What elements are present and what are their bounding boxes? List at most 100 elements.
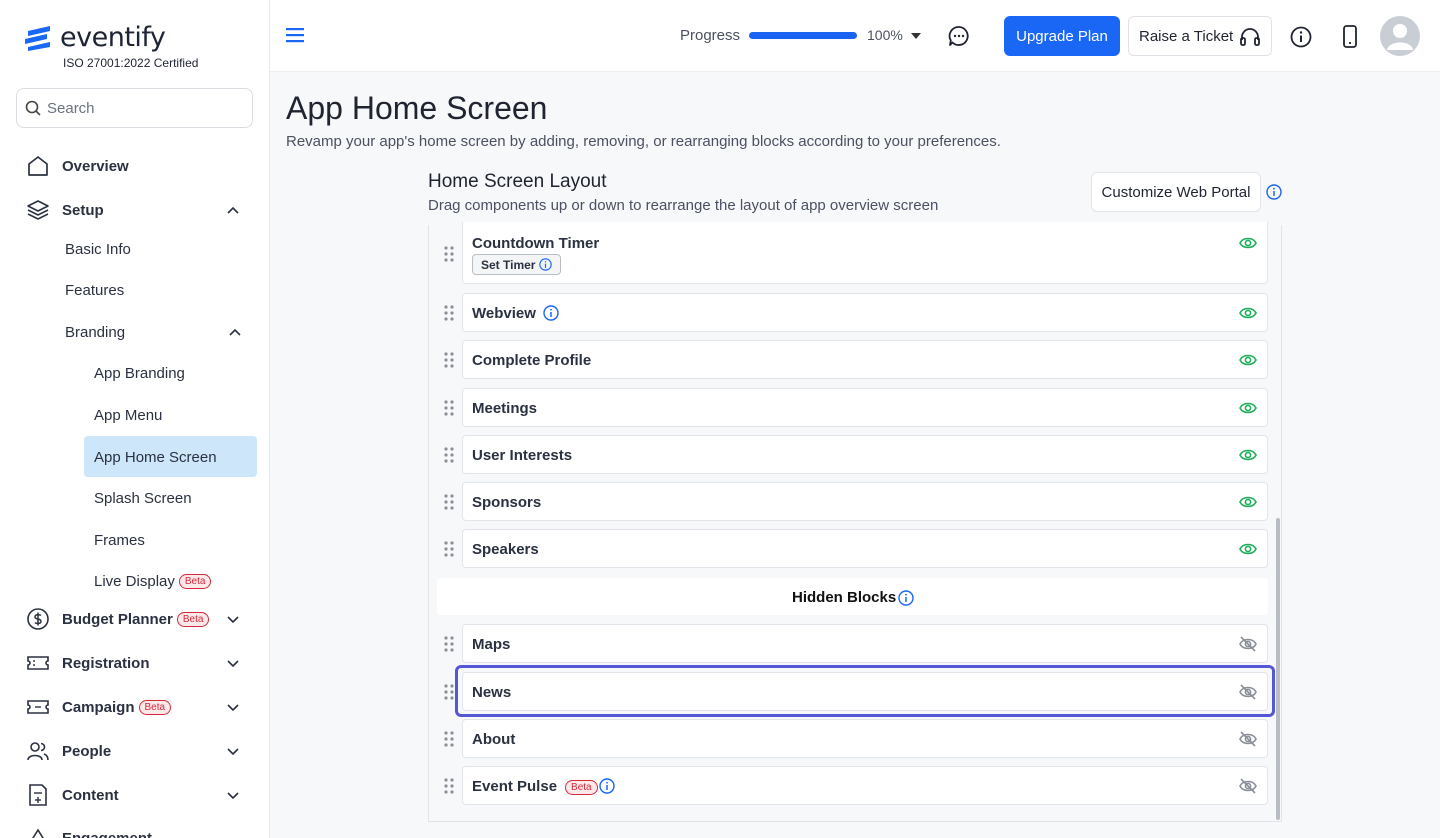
eye-visible-icon[interactable] bbox=[1239, 352, 1257, 368]
block-row-speakers[interactable]: Speakers bbox=[462, 529, 1268, 568]
hidden-blocks-header: Hidden Blocks bbox=[437, 578, 1268, 615]
set-timer-button[interactable]: Set Timer bbox=[472, 254, 562, 275]
upgrade-plan-button[interactable]: Upgrade Plan bbox=[1004, 16, 1120, 56]
beta-badge: Beta bbox=[176, 612, 210, 628]
sidebar-item-frames[interactable]: Frames bbox=[0, 531, 269, 549]
sidebar-item-engagement[interactable]: Engagement bbox=[0, 826, 269, 838]
block-row-countdown-timer[interactable]: Countdown Timer Set Timer bbox=[462, 222, 1268, 284]
scrollbar-thumb[interactable] bbox=[1276, 518, 1280, 820]
progress-dropdown-caret-icon[interactable] bbox=[911, 33, 921, 39]
sidebar-item-splash-screen[interactable]: Splash Screen bbox=[0, 489, 269, 507]
drag-handle-icon[interactable] bbox=[443, 304, 455, 322]
eye-visible-icon[interactable] bbox=[1239, 447, 1257, 463]
drag-handle-icon[interactable] bbox=[443, 493, 455, 511]
eye-hidden-icon[interactable] bbox=[1239, 778, 1257, 794]
page-subtitle: Revamp your app's home screen by adding,… bbox=[286, 133, 1001, 150]
headset-icon bbox=[1240, 28, 1260, 46]
eye-visible-icon[interactable] bbox=[1239, 494, 1257, 510]
block-row-complete-profile[interactable]: Complete Profile bbox=[462, 340, 1268, 379]
brand-logo[interactable]: eventify bbox=[24, 22, 166, 53]
sidebar-item-label: Content bbox=[62, 786, 119, 804]
block-label-group: Event Pulse Beta bbox=[472, 778, 598, 795]
eye-hidden-icon[interactable] bbox=[1239, 636, 1257, 652]
drag-handle-icon[interactable] bbox=[443, 540, 455, 558]
campaign-icon bbox=[27, 700, 49, 714]
drag-handle-icon[interactable] bbox=[443, 635, 455, 653]
chevron-down-icon bbox=[227, 660, 239, 668]
sidebar-item-label: Basic Info bbox=[65, 240, 131, 258]
block-row-meetings[interactable]: Meetings bbox=[462, 388, 1268, 427]
progress-bar bbox=[749, 32, 857, 39]
eye-hidden-icon[interactable] bbox=[1239, 684, 1257, 700]
hidden-block-row-event-pulse[interactable]: Event Pulse Beta bbox=[462, 766, 1268, 805]
sidebar-item-label: Budget Planner bbox=[62, 610, 173, 628]
search-box[interactable] bbox=[16, 88, 253, 128]
drag-handle-icon[interactable] bbox=[443, 446, 455, 464]
top-header: Progress 100% Upgrade Plan Raise a Ticke… bbox=[270, 0, 1440, 72]
sidebar-item-label: Campaign bbox=[62, 698, 135, 716]
chat-bubble-icon[interactable] bbox=[948, 25, 970, 47]
block-label: About bbox=[472, 731, 516, 748]
block-row-webview[interactable]: Webview bbox=[462, 293, 1268, 332]
hidden-block-row-about[interactable]: About bbox=[462, 719, 1268, 758]
sidebar-item-label: People bbox=[62, 742, 112, 760]
beta-badge: Beta bbox=[178, 574, 212, 590]
brand-name: eventify bbox=[60, 22, 166, 53]
document-add-icon bbox=[29, 784, 47, 806]
sidebar-item-app-home-screen[interactable]: App Home Screen bbox=[0, 448, 269, 466]
hamburger-menu-icon[interactable] bbox=[286, 27, 304, 43]
info-icon[interactable] bbox=[599, 778, 615, 794]
block-row-sponsors[interactable]: Sponsors bbox=[462, 482, 1268, 521]
sidebar-item-content[interactable]: Content bbox=[0, 783, 269, 807]
eye-hidden-icon[interactable] bbox=[1239, 731, 1257, 747]
drag-handle-icon[interactable] bbox=[443, 683, 455, 701]
drag-handle-icon[interactable] bbox=[443, 777, 455, 795]
info-icon[interactable] bbox=[543, 305, 559, 321]
raise-ticket-button[interactable]: Raise a Ticket bbox=[1128, 16, 1272, 56]
sidebar-item-live-display[interactable]: Live Display Beta bbox=[0, 572, 269, 590]
sidebar: eventify ISO 27001:2022 Certified Overvi… bbox=[0, 0, 270, 838]
raise-ticket-label: Raise a Ticket bbox=[1139, 27, 1234, 45]
sidebar-item-app-branding[interactable]: App Branding bbox=[0, 364, 269, 382]
sidebar-item-features[interactable]: Features bbox=[0, 281, 269, 299]
hidden-block-row-maps[interactable]: Maps bbox=[462, 624, 1268, 663]
progress-percent: 100% bbox=[867, 27, 903, 43]
block-row-user-interests[interactable]: User Interests bbox=[462, 435, 1268, 474]
sidebar-item-label: Live Display bbox=[94, 572, 175, 590]
sidebar-item-app-menu[interactable]: App Menu bbox=[0, 406, 269, 424]
customize-web-portal-button[interactable]: Customize Web Portal bbox=[1091, 172, 1261, 212]
info-icon[interactable] bbox=[1266, 184, 1282, 200]
drag-handle-icon[interactable] bbox=[443, 245, 455, 263]
block-label: User Interests bbox=[472, 447, 573, 464]
certification-text: ISO 27001:2022 Certified bbox=[63, 56, 199, 70]
sidebar-item-campaign[interactable]: Campaign Beta bbox=[0, 695, 269, 719]
eye-visible-icon[interactable] bbox=[1239, 235, 1257, 251]
info-icon[interactable] bbox=[1290, 26, 1312, 48]
sidebar-item-budget-planner[interactable]: Budget Planner Beta bbox=[0, 607, 269, 631]
sidebar-item-people[interactable]: People bbox=[0, 739, 269, 763]
info-icon[interactable] bbox=[898, 590, 914, 606]
hidden-block-row-news[interactable]: News bbox=[462, 672, 1268, 711]
sidebar-item-label: Splash Screen bbox=[94, 489, 192, 507]
eye-visible-icon[interactable] bbox=[1239, 305, 1257, 321]
block-label: Event Pulse bbox=[472, 778, 558, 795]
drag-handle-icon[interactable] bbox=[443, 399, 455, 417]
engagement-icon bbox=[32, 828, 44, 838]
search-input[interactable] bbox=[47, 99, 247, 117]
sidebar-item-label: Overview bbox=[62, 157, 129, 175]
sidebar-item-branding[interactable]: Branding bbox=[0, 323, 269, 341]
drag-handle-icon[interactable] bbox=[443, 351, 455, 369]
sidebar-item-registration[interactable]: Registration bbox=[0, 651, 269, 675]
mobile-phone-icon[interactable] bbox=[1342, 25, 1358, 48]
sidebar-item-basic-info[interactable]: Basic Info bbox=[0, 240, 269, 258]
page-title: App Home Screen bbox=[286, 90, 548, 126]
eventify-logo-icon bbox=[25, 25, 50, 51]
user-avatar[interactable] bbox=[1380, 16, 1420, 56]
people-icon bbox=[27, 742, 49, 761]
chevron-down-icon bbox=[227, 748, 239, 756]
drag-handle-icon[interactable] bbox=[443, 730, 455, 748]
sidebar-item-setup[interactable]: Setup bbox=[0, 198, 269, 222]
sidebar-item-overview[interactable]: Overview bbox=[0, 154, 269, 178]
eye-visible-icon[interactable] bbox=[1239, 400, 1257, 416]
eye-visible-icon[interactable] bbox=[1239, 541, 1257, 557]
